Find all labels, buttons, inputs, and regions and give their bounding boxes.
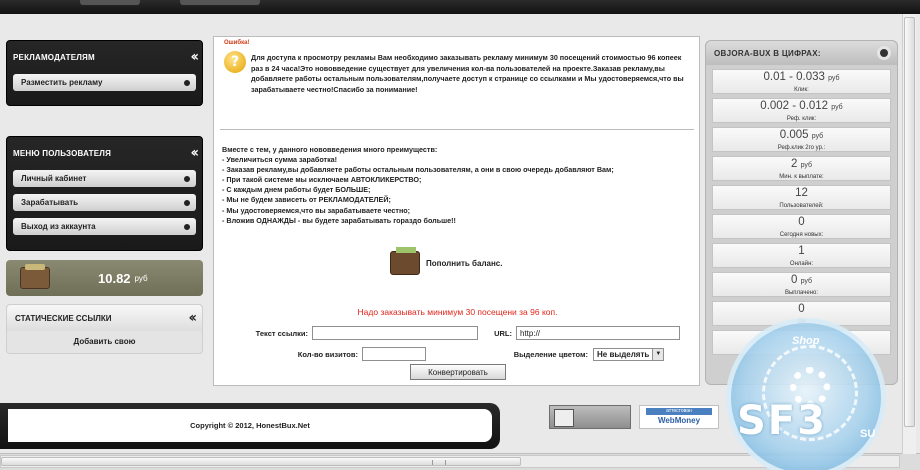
webmoney-badge[interactable]: аттестован WebMoney — [639, 405, 719, 429]
min-order-notice: Надо заказывать минимум 30 посещени за 9… — [357, 307, 558, 317]
wallet-icon — [20, 264, 50, 289]
stat-ref-click-level2: 0.005 руб Реф.клик 2го ур.: — [712, 127, 891, 152]
stat-ref-click: 0.002 - 0.012 руб Реф. клик: — [712, 98, 891, 123]
copyright-text: Copyright © 2012, HonestBux.Net — [8, 409, 492, 442]
stat-users: 12 Пользователей: — [712, 185, 891, 210]
stats-title: OBJORA-BUX В ЦИФРАХ: — [714, 48, 821, 58]
top-nav-tab[interactable] — [80, 0, 140, 5]
browser-top-bar — [0, 0, 920, 14]
balance-amount: 10.82 — [98, 270, 131, 286]
link-text-input[interactable] — [312, 326, 478, 340]
collapse-chevrons-icon[interactable]: ‹‹ — [190, 145, 198, 161]
circle-bullet-icon — [877, 46, 891, 60]
wallet-balance: 10.82 руб — [6, 260, 203, 296]
sidebar-item-earn[interactable]: Зарабатывать — [13, 194, 196, 211]
divider — [220, 129, 694, 130]
main-content: Ошибка! ? Для доступа к просмотру реклам… — [213, 36, 700, 386]
link-text-label: Текст ссылки: — [255, 328, 308, 338]
bullet-icon — [184, 223, 190, 230]
highlight-select[interactable]: Не выделять ▼ — [593, 348, 665, 361]
url-input[interactable] — [516, 326, 680, 340]
collapse-chevrons-icon[interactable]: ‹‹ — [190, 49, 198, 65]
convert-button[interactable]: Конвертировать — [410, 364, 506, 380]
warning-icon: ? — [224, 51, 246, 73]
notice-text: Для доступа к просмотру рекламы Вам необ… — [251, 53, 684, 94]
url-label: URL: — [494, 328, 512, 338]
stat-click: 0.01 - 0.033 руб Клик: — [712, 69, 891, 94]
counter-badge[interactable] — [549, 405, 631, 429]
watermark-shop: Shop — [792, 335, 820, 347]
visits-label: Кол-во визитов: — [297, 349, 358, 359]
visits-input[interactable] — [362, 347, 426, 361]
watermark-tld: SU — [860, 428, 876, 440]
error-tag: Ошибка! — [224, 40, 250, 46]
add-own-link[interactable]: Добавить свою — [7, 337, 202, 346]
stat-new-today: 0 Сегодня новых: — [712, 214, 891, 239]
replenish-balance[interactable]: Пополнить баланс. — [390, 247, 502, 275]
footer: Copyright © 2012, HonestBux.Net — [0, 403, 500, 449]
highlight-label: Выделение цветом: — [513, 350, 588, 359]
place-ad-button[interactable]: Разместить рекламу — [13, 74, 196, 91]
stat-paid: 0 руб Выплачено: — [712, 272, 891, 297]
collapse-chevrons-icon[interactable]: ‹‹ — [188, 310, 196, 326]
stat-online: 1 Онлайн: — [712, 243, 891, 268]
scrollbar-thumb[interactable] — [1, 457, 521, 466]
static-links-panel: СТАТИЧЕСКИЕ ССЫЛКИ ‹‹ Добавить свою — [6, 304, 203, 354]
user-menu-panel: МЕНЮ ПОЛЬЗОВАТЕЛЯ ‹‹ Личный кабинет Зара… — [6, 136, 203, 251]
sidebar-item-cabinet[interactable]: Личный кабинет — [13, 170, 196, 187]
stat-min-payout: 2 руб Мин. к выплате: — [712, 156, 891, 181]
vertical-scrollbar[interactable] — [902, 14, 916, 454]
user-menu-title: МЕНЮ ПОЛЬЗОВАТЕЛЯ — [13, 148, 112, 158]
benefits-list: Вместе с тем, у данного нововведения мно… — [222, 145, 614, 225]
watermark-brand: SF3 — [737, 398, 827, 444]
balance-currency: руб — [134, 273, 148, 283]
bullet-icon — [184, 199, 190, 206]
bullet-icon — [184, 79, 190, 86]
scrollbar-thumb[interactable] — [904, 17, 915, 427]
sidebar-item-logout[interactable]: Выход из аккаунта — [13, 218, 196, 235]
advertisers-panel: РЕКЛАМОДАТЕЛЯМ ‹‹ Разместить рекламу — [6, 40, 203, 106]
static-links-title: СТАТИЧЕСКИЕ ССЫЛКИ — [15, 313, 112, 323]
replenish-link[interactable]: Пополнить баланс. — [426, 259, 502, 268]
top-nav-tab[interactable] — [180, 0, 260, 5]
advertisers-title: РЕКЛАМОДАТЕЛЯМ — [13, 52, 95, 62]
bullet-icon — [184, 175, 190, 182]
wallet-icon — [390, 247, 420, 275]
chevron-down-icon[interactable]: ▼ — [652, 349, 664, 360]
